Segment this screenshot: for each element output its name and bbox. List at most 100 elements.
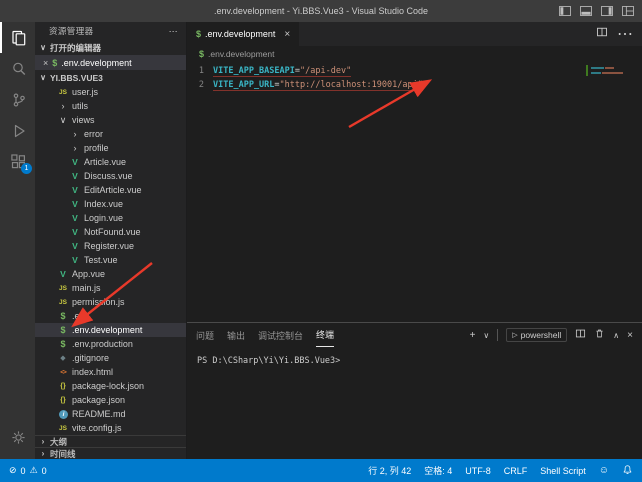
code-line-1[interactable]: 1VITE_APP_BASEAPI="/api-dev" — [187, 64, 642, 78]
panel-tab-输出[interactable]: 输出 — [227, 323, 245, 347]
open-editors-header[interactable]: ∨ 打开的编辑器 — [35, 40, 186, 55]
panel-tab-终端[interactable]: 终端 — [316, 323, 334, 347]
split-editor-icon[interactable] — [596, 25, 608, 43]
status-language-mode[interactable]: Shell Script — [540, 466, 586, 476]
tree-item-App.vue[interactable]: VApp.vue — [35, 267, 186, 281]
customize-layout-icon[interactable] — [622, 6, 634, 16]
js-icon: JS — [57, 299, 69, 306]
tree-item-error[interactable]: ›error — [35, 127, 186, 141]
code-lines: 1VITE_APP_BASEAPI="/api-dev"2VITE_APP_UR… — [187, 64, 642, 92]
editor-more-actions-icon[interactable]: ⋯ — [617, 24, 633, 44]
problems-status[interactable]: ⊘ 0 ⚠ 0 — [9, 465, 47, 476]
panel-tab-调试控制台[interactable]: 调试控制台 — [258, 323, 303, 347]
extensions-badge: 1 — [21, 163, 32, 174]
vue-icon: V — [69, 241, 81, 251]
tree-item-EditArticle.vue[interactable]: VEditArticle.vue — [35, 183, 186, 197]
breadcrumb-file: .env.development — [208, 49, 274, 59]
tree-item-package.json[interactable]: {}package.json — [35, 393, 186, 407]
close-panel-icon[interactable]: × — [627, 330, 633, 341]
tree-item-README.md[interactable]: iREADME.md — [35, 407, 186, 421]
project-root-header[interactable]: ∨ YI.BBS.VUE3 — [35, 70, 186, 85]
tree-item-Register.vue[interactable]: VRegister.vue — [35, 239, 186, 253]
tree-item-Index.vue[interactable]: VIndex.vue — [35, 197, 186, 211]
tree-item-Login.vue[interactable]: VLogin.vue — [35, 211, 186, 225]
chevron-right-icon: › — [57, 101, 69, 111]
tree-item-.env[interactable]: $.env — [35, 309, 186, 323]
breadcrumb[interactable]: $ .env.development — [187, 46, 642, 62]
tree-item-.gitignore[interactable]: ◆.gitignore — [35, 351, 186, 365]
search-icon[interactable] — [0, 53, 35, 84]
tree-item-NotFound.vue[interactable]: VNotFound.vue — [35, 225, 186, 239]
kill-terminal-icon[interactable] — [594, 328, 605, 342]
open-editor-item[interactable]: × $ .env.development — [35, 55, 186, 70]
error-count: 0 — [21, 466, 26, 476]
terminal-dropdown-icon[interactable]: ∨ — [483, 331, 489, 340]
code-editor[interactable]: 1VITE_APP_BASEAPI="/api-dev"2VITE_APP_UR… — [187, 62, 642, 322]
window-title: .env.development - Yi.BBS.Vue3 - Visual … — [214, 6, 428, 16]
status-right-items: 行 2, 列 42 空格: 4 UTF-8 CRLF Shell Script — [368, 464, 586, 477]
tree-item-permission.js[interactable]: JSpermission.js — [35, 295, 186, 309]
split-terminal-icon[interactable] — [575, 328, 586, 342]
tree-item-package-lock.json[interactable]: {}package-lock.json — [35, 379, 186, 393]
tab-env-development[interactable]: $ .env.development × — [187, 22, 299, 46]
vue-icon: V — [69, 213, 81, 223]
settings-gear-icon[interactable] — [0, 422, 35, 453]
toggle-sidebar-icon[interactable] — [559, 6, 571, 16]
chevron-right-icon: › — [69, 129, 81, 139]
env-icon: $ — [57, 339, 69, 349]
status-eol[interactable]: CRLF — [504, 466, 528, 476]
tree-item-main.js[interactable]: JSmain.js — [35, 281, 186, 295]
code-line-2[interactable]: 2VITE_APP_URL="http://localhost:19001/ap… — [187, 78, 642, 92]
close-icon[interactable]: × — [43, 58, 48, 68]
tree-item-vite.config.js[interactable]: JSvite.config.js — [35, 421, 186, 435]
tree-item-utils[interactable]: ›utils — [35, 99, 186, 113]
title-bar: .env.development - Yi.BBS.Vue3 - Visual … — [0, 0, 642, 22]
vue-icon: V — [69, 255, 81, 265]
tree-item-.env.production[interactable]: $.env.production — [35, 337, 186, 351]
git-icon: ◆ — [57, 354, 69, 362]
tree-item-label: Index.vue — [84, 199, 123, 209]
toggle-panel-icon[interactable] — [580, 6, 592, 16]
tree-item-label: user.js — [72, 87, 98, 97]
tree-item-label: error — [84, 129, 103, 139]
chevron-right-icon: › — [39, 437, 47, 446]
tree-item-user.js[interactable]: JSuser.js — [35, 85, 186, 99]
status-indentation[interactable]: 空格: 4 — [424, 464, 452, 477]
panel-tab-问题[interactable]: 问题 — [196, 323, 214, 347]
notifications-bell-icon[interactable] — [622, 464, 633, 477]
status-encoding[interactable]: UTF-8 — [465, 466, 491, 476]
terminal-output[interactable]: PS D:\CSharp\Yi\Yi.BBS.Vue3> — [187, 347, 642, 375]
sidebar-explorer: 资源管理器 ⋯ ∨ 打开的编辑器 × $ .env.development ∨ … — [35, 22, 187, 459]
error-icon: ⊘ — [9, 465, 17, 476]
tree-item-Test.vue[interactable]: VTest.vue — [35, 253, 186, 267]
feedback-smiley-icon[interactable]: ☺ — [599, 465, 609, 476]
tree-item-.env.development[interactable]: $.env.development — [35, 323, 186, 337]
tab-close-icon[interactable]: × — [284, 29, 290, 40]
status-cursor-position[interactable]: 行 2, 列 42 — [368, 464, 411, 477]
toggle-secondary-sidebar-icon[interactable] — [601, 6, 613, 16]
tree-item-Discuss.vue[interactable]: VDiscuss.vue — [35, 169, 186, 183]
new-terminal-icon[interactable]: + — [470, 330, 476, 341]
vue-icon: V — [69, 157, 81, 167]
minimap[interactable] — [586, 65, 632, 76]
maximize-panel-icon[interactable]: ∧ — [613, 331, 619, 340]
explorer-icon[interactable] — [0, 22, 35, 53]
sidebar-more-actions-icon[interactable]: ⋯ — [169, 26, 178, 37]
env-key: VITE_APP_BASEAPI — [213, 66, 295, 76]
env-file-icon: $ — [199, 49, 204, 59]
terminal-profile-selector[interactable]: ▷ powershell — [506, 328, 567, 342]
tree-item-profile[interactable]: ›profile — [35, 141, 186, 155]
tree-item-index.html[interactable]: <>index.html — [35, 365, 186, 379]
env-value: "http://localhost:19001/api" — [280, 80, 423, 90]
tree-item-label: index.html — [72, 367, 113, 377]
timeline-section-header[interactable]: › 时间线 — [35, 447, 186, 459]
source-control-icon[interactable] — [0, 84, 35, 115]
outline-section-header[interactable]: › 大纲 — [35, 435, 186, 447]
extensions-icon[interactable]: 1 — [0, 146, 35, 177]
tree-item-label: EditArticle.vue — [84, 185, 142, 195]
chevron-right-icon: › — [39, 449, 47, 458]
run-debug-icon[interactable] — [0, 115, 35, 146]
tree-item-Article.vue[interactable]: VArticle.vue — [35, 155, 186, 169]
tree-item-views[interactable]: ∨views — [35, 113, 186, 127]
chevron-right-icon: › — [69, 143, 81, 153]
